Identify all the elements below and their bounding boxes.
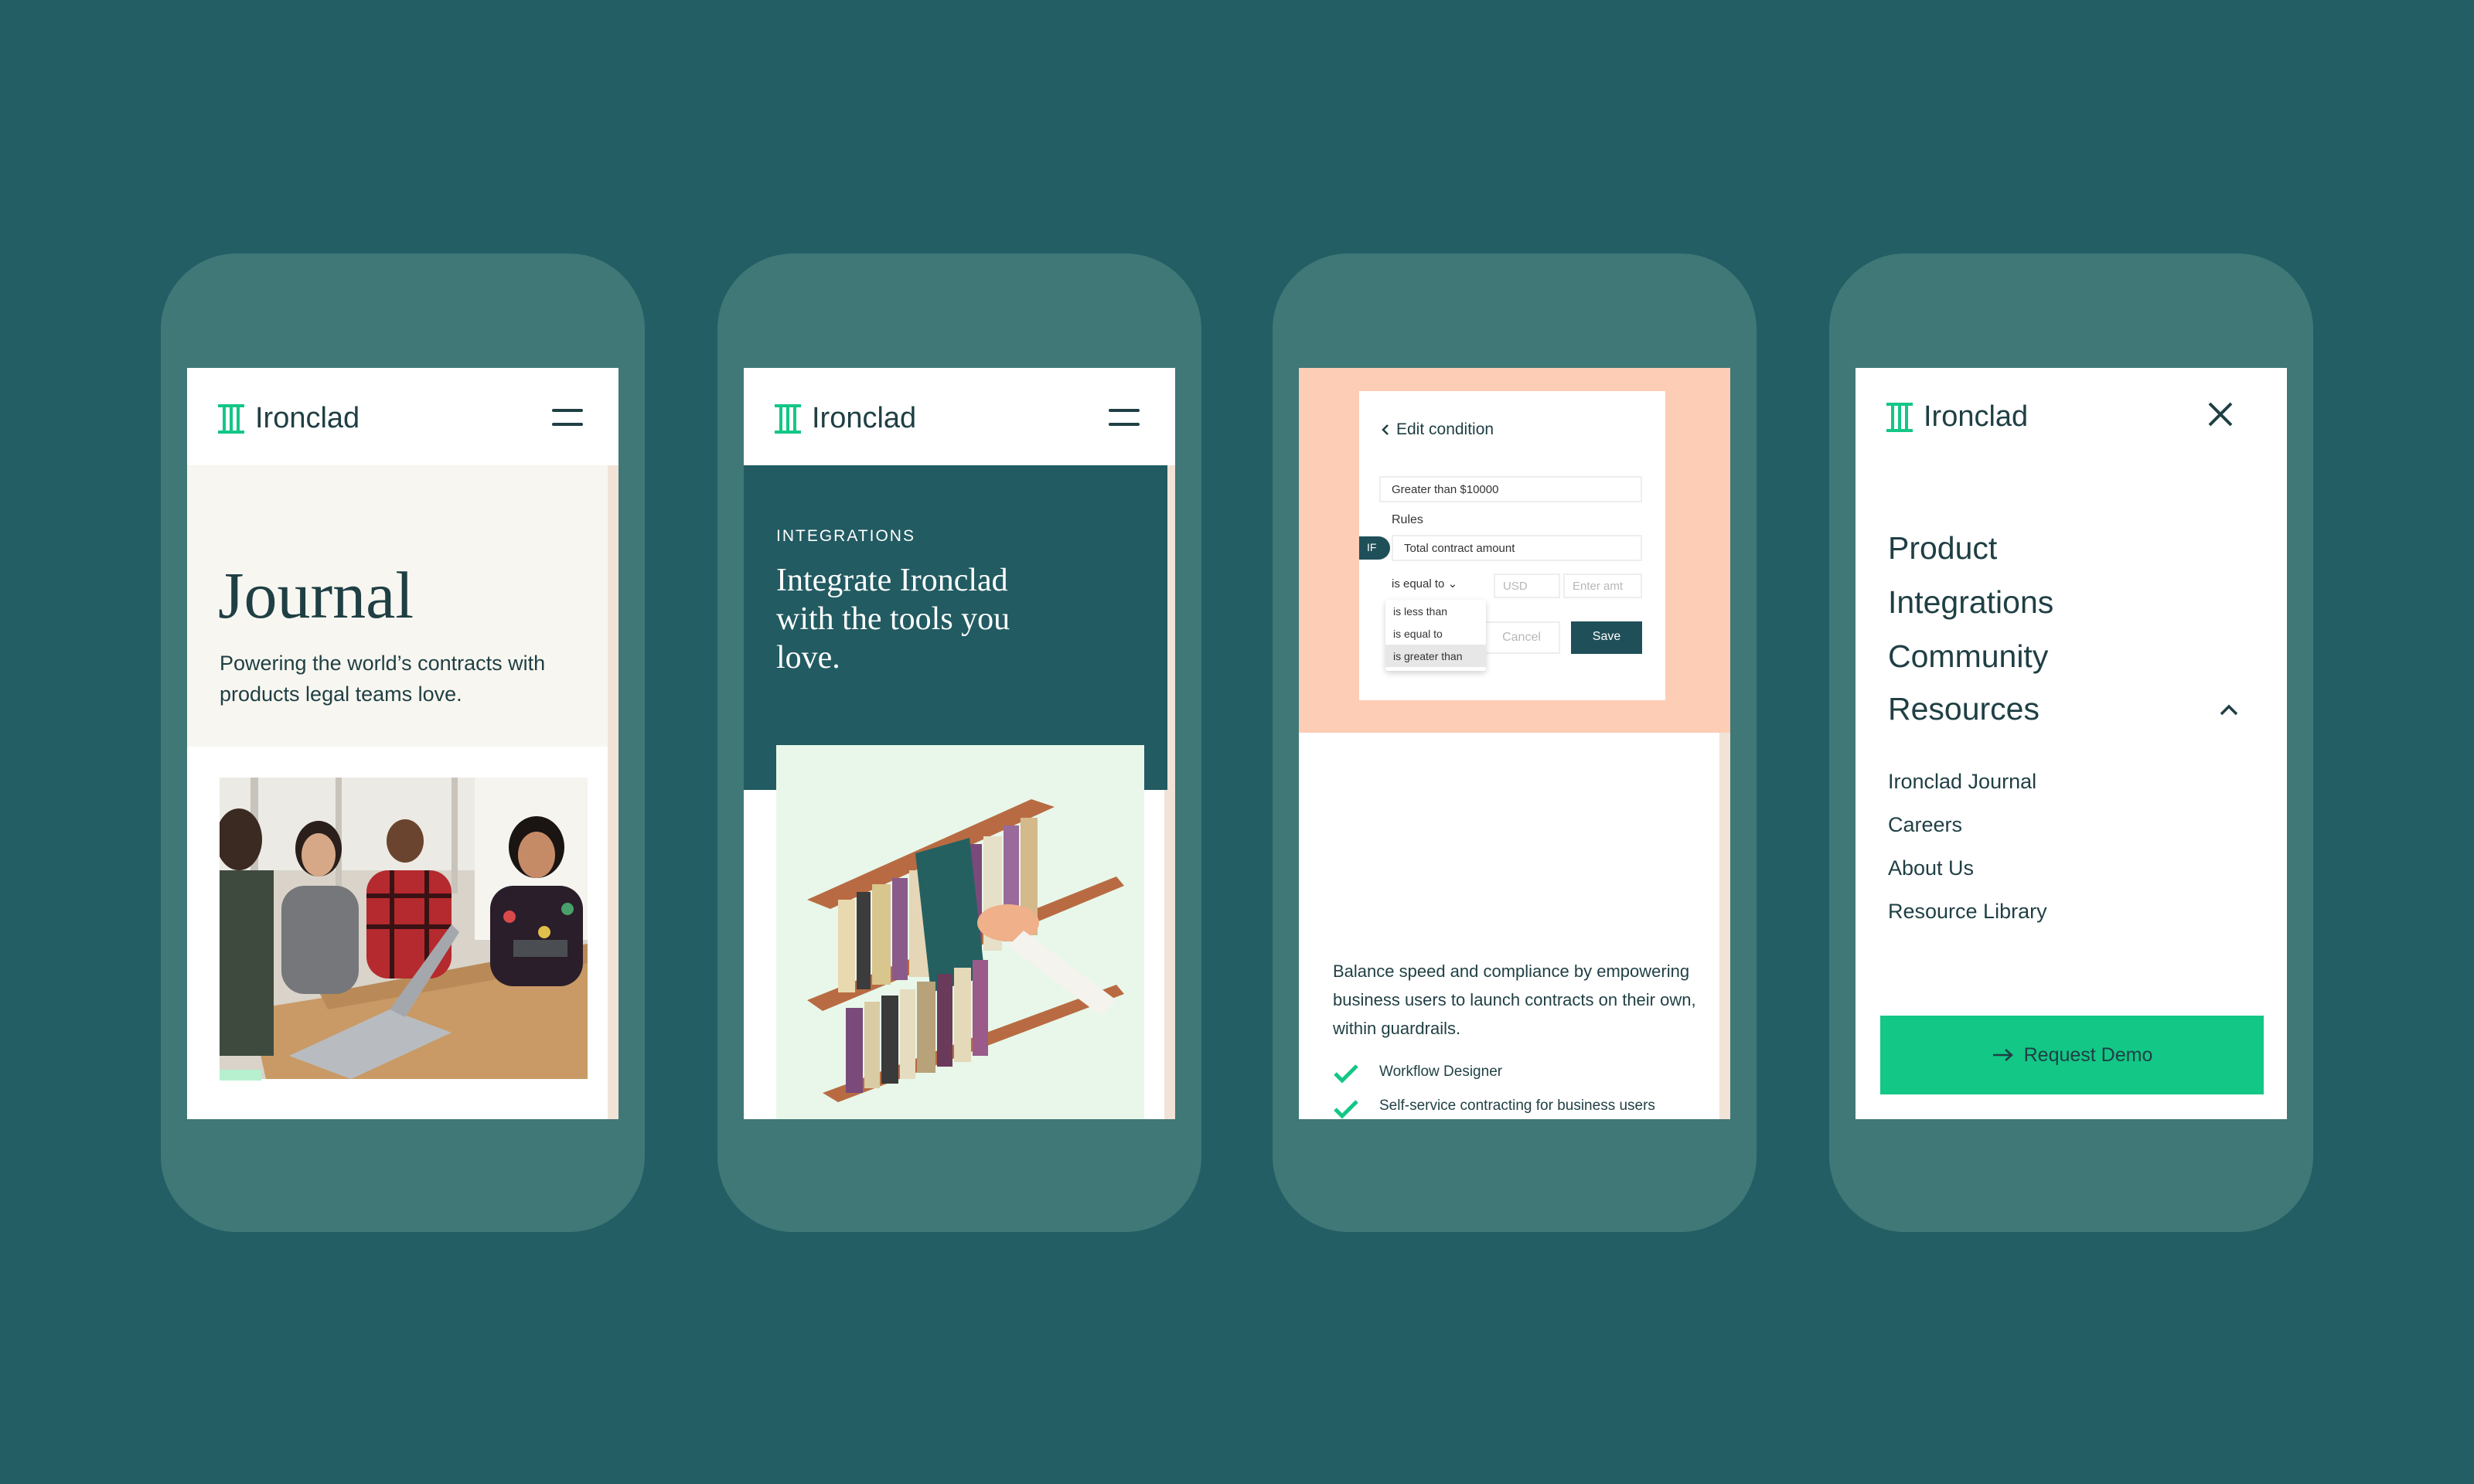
submenu-item-careers[interactable]: Careers	[1888, 813, 1962, 837]
site-header: Ironclad	[187, 368, 618, 465]
chevron-left-icon[interactable]	[1379, 422, 1392, 437]
bookshelf-illustration	[776, 745, 1144, 1119]
close-icon[interactable]	[2206, 400, 2234, 428]
arrow-right-icon	[1992, 1049, 2013, 1061]
amount-input[interactable]: Enter amt	[1563, 574, 1642, 598]
request-demo-button[interactable]: Request Demo	[1880, 1016, 2264, 1094]
logo-wordmark: Ironclad	[1924, 400, 2029, 433]
page-title: Journal	[218, 558, 414, 632]
journal-screen: Ironclad Journal Powering the world’s co…	[187, 368, 618, 1119]
team-meeting-photo	[220, 778, 588, 1079]
phone-mockup-workflow: Edit condition Greater than $10000 Rules…	[1273, 254, 1757, 1232]
cancel-button[interactable]: Cancel	[1483, 621, 1560, 654]
submenu-item-resource-library[interactable]: Resource Library	[1888, 900, 2047, 924]
currency-select[interactable]: USD	[1494, 574, 1560, 598]
phone-mockup-integrations: Ironclad INTEGRATIONS Integrate Ironclad…	[717, 254, 1201, 1232]
nav-item-integrations[interactable]: Integrations	[1888, 584, 2053, 621]
phone-mockup-journal: Ironclad Journal Powering the world’s co…	[161, 254, 645, 1232]
phone-mockup-menu: Ironclad Product Integrations Community …	[1829, 254, 2313, 1232]
if-badge: IF	[1359, 536, 1390, 560]
save-button[interactable]: Save	[1571, 621, 1642, 654]
ironclad-logo-icon	[218, 403, 244, 434]
submenu-item-about[interactable]: About Us	[1888, 856, 1974, 880]
nav-item-product[interactable]: Product	[1888, 530, 1997, 567]
ironclad-logo[interactable]: Ironclad	[1886, 400, 2028, 434]
workflow-description: Balance speed and compliance by empoweri…	[1333, 962, 1696, 1038]
screen-edge-strip	[608, 368, 618, 1119]
workflow-screen: Edit condition Greater than $10000 Rules…	[1299, 368, 1730, 1119]
nav-item-resources[interactable]: Resources	[1888, 691, 2040, 727]
site-header: Ironclad	[744, 368, 1175, 465]
request-demo-label: Request Demo	[2023, 1043, 2153, 1066]
ironclad-logo[interactable]: Ironclad	[775, 402, 916, 435]
condition-name-field[interactable]: Greater than $10000	[1379, 476, 1642, 502]
feature-item: Workflow Designer	[1379, 1064, 1503, 1080]
page-subtitle: Powering the world’s contracts with prod…	[220, 652, 546, 706]
ironclad-logo-icon	[1886, 402, 1913, 432]
checkmark-icon	[1334, 1100, 1358, 1119]
dialog-title: Edit condition	[1396, 420, 1494, 438]
logo-wordmark: Ironclad	[812, 402, 917, 434]
dropdown-option[interactable]: is less than	[1385, 600, 1486, 622]
hamburger-icon[interactable]	[1109, 409, 1140, 427]
photo-accent-bar	[220, 1070, 261, 1081]
feature-item: Self-service contracting for business us…	[1379, 1098, 1655, 1114]
section-title: Integrate Ironclad with the tools you lo…	[776, 563, 1010, 676]
nav-item-community[interactable]: Community	[1888, 638, 2048, 675]
chevron-down-icon: ⌄	[1447, 577, 1458, 591]
ironclad-logo-icon	[775, 403, 801, 434]
field-select[interactable]: Total contract amount	[1392, 535, 1642, 561]
submenu-item-journal[interactable]: Ironclad Journal	[1888, 770, 2036, 794]
operator-dropdown-menu: is less than is equal to is greater than	[1385, 600, 1486, 671]
integrations-screen: Ironclad INTEGRATIONS Integrate Ironclad…	[744, 368, 1175, 1119]
checkmark-icon	[1334, 1064, 1358, 1084]
logo-wordmark: Ironclad	[255, 402, 360, 434]
bookshelf-icon	[807, 799, 1124, 1102]
hamburger-icon[interactable]	[552, 409, 583, 427]
section-eyebrow: INTEGRATIONS	[776, 527, 915, 545]
operator-select[interactable]: is equal to ⌄	[1392, 577, 1457, 591]
dropdown-option[interactable]: is equal to	[1385, 622, 1486, 645]
menu-screen: Ironclad Product Integrations Community …	[1855, 368, 2287, 1119]
chevron-up-icon[interactable]	[2219, 703, 2239, 717]
edit-condition-dialog: Edit condition Greater than $10000 Rules…	[1359, 391, 1665, 700]
dropdown-option-selected[interactable]: is greater than	[1385, 645, 1486, 667]
ironclad-logo[interactable]: Ironclad	[218, 402, 360, 435]
rules-label: Rules	[1392, 513, 1423, 526]
operator-value: is equal to	[1392, 577, 1445, 591]
